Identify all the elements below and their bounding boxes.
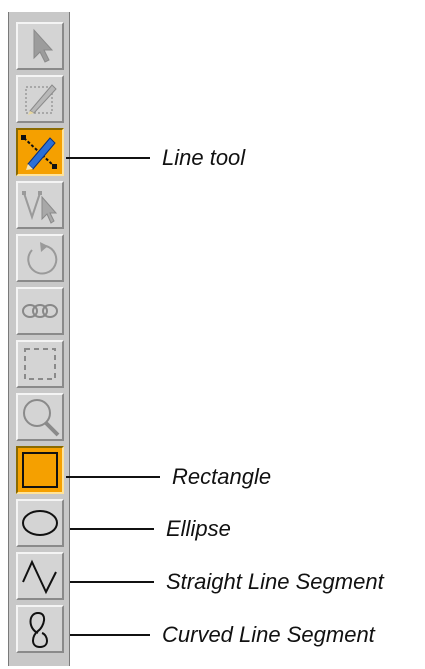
callout-label: Rectangle — [172, 464, 272, 489]
marquee-select-icon — [24, 348, 56, 380]
line-pencil-icon — [21, 135, 57, 170]
curved-segment-tool-button[interactable] — [16, 605, 64, 653]
magnifier-icon — [23, 399, 60, 437]
rotate-icon — [27, 242, 58, 275]
straight-segment-icon — [22, 559, 57, 595]
pencil-draw-icon — [25, 84, 57, 115]
pencil-tool-button[interactable] — [16, 75, 64, 123]
leader-line — [70, 528, 154, 530]
tools-toolbar — [8, 12, 70, 666]
chain-tool-button[interactable] — [16, 287, 64, 335]
leader-line — [66, 157, 150, 159]
straight-segment-tool-button[interactable] — [16, 552, 64, 600]
arrow-select-icon — [33, 28, 54, 63]
rotate-tool-button[interactable] — [16, 234, 64, 282]
callout-curved-segment: Curved Line Segment — [70, 620, 425, 650]
callout-rectangle: Rectangle — [66, 462, 306, 492]
node-select-icon — [22, 191, 58, 224]
marquee-tool-button[interactable] — [16, 340, 64, 388]
leader-line — [70, 581, 154, 583]
callout-label: Straight Line Segment — [166, 569, 384, 594]
rectangle-icon — [22, 452, 58, 488]
ellipse-icon — [22, 510, 58, 536]
callout-label: Curved Line Segment — [162, 622, 375, 647]
callout-line-tool: Line tool — [66, 143, 306, 173]
node-select-tool-button[interactable] — [16, 181, 64, 229]
rectangle-tool-button[interactable] — [16, 446, 64, 494]
leader-line — [70, 634, 150, 636]
chain-link-icon — [22, 304, 58, 318]
callout-straight-segment: Straight Line Segment — [70, 567, 425, 597]
ellipse-tool-button[interactable] — [16, 499, 64, 547]
curved-segment-icon — [29, 611, 48, 649]
callout-label: Line tool — [162, 145, 246, 170]
callout-ellipse: Ellipse — [70, 514, 310, 544]
select-tool-button[interactable] — [16, 22, 64, 70]
callout-label: Ellipse — [166, 516, 231, 541]
line-tool-button[interactable] — [16, 128, 64, 176]
zoom-tool-button[interactable] — [16, 393, 64, 441]
leader-line — [66, 476, 160, 478]
